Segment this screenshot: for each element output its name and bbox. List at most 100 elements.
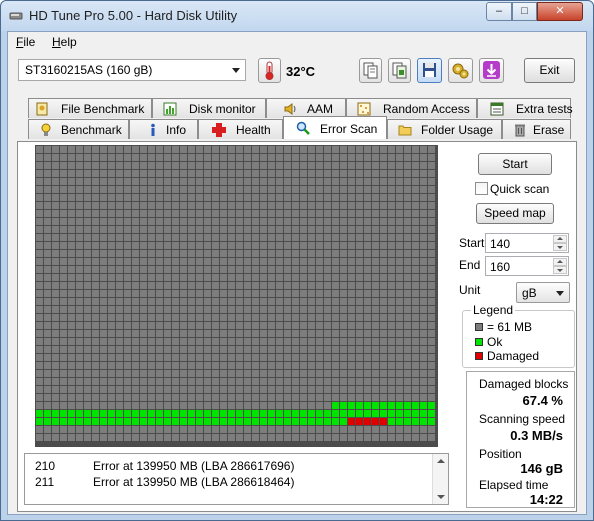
download-button[interactable] (479, 58, 504, 83)
scan-block-unscanned (324, 370, 331, 377)
tab-info[interactable]: Info (129, 119, 198, 139)
scan-block-unscanned (412, 306, 419, 313)
scan-block-unscanned (212, 386, 219, 393)
scan-block-unscanned (60, 170, 67, 177)
scan-block-unscanned (412, 282, 419, 289)
log-scrollbar[interactable] (432, 454, 448, 504)
scroll-up-arrow-icon[interactable] (437, 459, 445, 463)
scan-block-unscanned (212, 178, 219, 185)
speed-map-button[interactable]: Speed map (476, 203, 554, 224)
maximize-button[interactable]: □ (512, 2, 537, 21)
app-icon (9, 12, 23, 20)
spin-down-icon[interactable] (553, 243, 567, 251)
start-position-input[interactable]: 140 (485, 233, 569, 253)
tab-error-scan[interactable]: Error Scan (283, 116, 387, 139)
quick-scan-label[interactable]: Quick scan (490, 182, 549, 196)
tab-aam[interactable]: AAM (266, 98, 346, 118)
scan-block-unscanned (404, 290, 411, 297)
scan-block-unscanned (84, 354, 91, 361)
unit-select[interactable]: gB (516, 282, 570, 303)
spin-down-icon[interactable] (553, 266, 567, 274)
scan-block-unscanned (428, 162, 435, 169)
scan-block-unscanned (388, 378, 395, 385)
scan-block-unscanned (420, 242, 427, 249)
scan-block-unscanned (228, 282, 235, 289)
scan-block-unscanned (100, 402, 107, 409)
scan-block-unscanned (76, 282, 83, 289)
scan-block-unscanned (52, 178, 59, 185)
scan-block-unscanned (84, 162, 91, 169)
scan-block-unscanned (164, 426, 171, 433)
spin-up-icon[interactable] (553, 258, 567, 266)
scan-block-unscanned (300, 322, 307, 329)
scan-block-unscanned (244, 186, 251, 193)
tab-benchmark[interactable]: Benchmark (28, 119, 129, 139)
scan-block-unscanned (68, 402, 75, 409)
exit-button[interactable]: Exit (524, 58, 575, 83)
start-position-spinner[interactable] (553, 235, 567, 251)
scan-block-unscanned (332, 250, 339, 257)
scan-block-unscanned (100, 234, 107, 241)
scan-block-unscanned (284, 362, 291, 369)
scan-block-unscanned (92, 434, 99, 441)
save-button[interactable] (417, 58, 442, 83)
scan-block-unscanned (340, 426, 347, 433)
tab-file-benchmark[interactable]: File Benchmark (28, 98, 152, 118)
scan-block-unscanned (292, 178, 299, 185)
scan-block-unscanned (284, 194, 291, 201)
scan-block-unscanned (44, 370, 51, 377)
temperature-button[interactable] (258, 58, 281, 83)
drive-select[interactable]: ST3160215AS (160 gB) (18, 59, 246, 81)
spin-up-icon[interactable] (553, 235, 567, 243)
tab-folder-usage[interactable]: Folder Usage (387, 119, 502, 139)
client-area: File Help ST3160215AS (160 gB) 32°C Exit… (7, 31, 587, 515)
scan-block-ok (100, 418, 107, 425)
start-scan-button[interactable]: Start (478, 153, 552, 175)
scan-block-ok (60, 410, 67, 417)
tab-random-access[interactable]: Random Access (346, 98, 477, 118)
error-log[interactable]: 210 Error at 139950 MB (LBA 286617696) 21… (24, 453, 449, 505)
tab-health[interactable]: Health (198, 119, 283, 139)
copy-screenshot-button[interactable] (388, 58, 411, 83)
title-bar[interactable]: HD Tune Pro 5.00 - Hard Disk Utility – □… (1, 1, 593, 31)
end-position-input[interactable]: 160 (485, 256, 569, 276)
scan-block-unscanned (316, 210, 323, 217)
tab-disk-monitor[interactable]: Disk monitor (152, 98, 266, 118)
log-row: 211 Error at 139950 MB (LBA 286618464) (35, 475, 294, 489)
scan-block-unscanned (44, 234, 51, 241)
scan-block-unscanned (132, 426, 139, 433)
end-position-spinner[interactable] (553, 258, 567, 274)
scan-block-unscanned (220, 234, 227, 241)
menu-help[interactable]: Help (52, 35, 77, 49)
scan-block-unscanned (412, 330, 419, 337)
scan-block-unscanned (364, 210, 371, 217)
scan-block-unscanned (220, 346, 227, 353)
minimize-button[interactable]: – (486, 2, 512, 21)
close-button[interactable]: ✕ (537, 2, 583, 21)
tab-erase[interactable]: Erase (502, 119, 571, 139)
scan-block-unscanned (324, 386, 331, 393)
scan-block-unscanned (348, 362, 355, 369)
scroll-down-arrow-icon[interactable] (437, 495, 445, 499)
options-button[interactable] (448, 58, 473, 83)
scan-block-unscanned (196, 298, 203, 305)
copy-text-button[interactable] (359, 58, 382, 83)
thermometer-icon (265, 61, 274, 80)
scan-block-unscanned (116, 306, 123, 313)
scan-block-unscanned (220, 258, 227, 265)
scan-block-unscanned (260, 370, 267, 377)
scan-block-unscanned (76, 226, 83, 233)
menu-file[interactable]: File (16, 35, 35, 49)
tab-extra-tests[interactable]: Extra tests (477, 98, 573, 118)
scan-block-unscanned (124, 194, 131, 201)
scan-block-ok (396, 410, 403, 417)
scan-block-unscanned (332, 274, 339, 281)
scan-block-unscanned (316, 250, 323, 257)
scan-block-unscanned (68, 290, 75, 297)
scan-block-ok (44, 418, 51, 425)
quick-scan-checkbox[interactable] (475, 182, 488, 195)
scan-block-ok (420, 410, 427, 417)
scan-block-unscanned (164, 194, 171, 201)
scan-block-ok (220, 418, 227, 425)
scan-block-unscanned (180, 354, 187, 361)
